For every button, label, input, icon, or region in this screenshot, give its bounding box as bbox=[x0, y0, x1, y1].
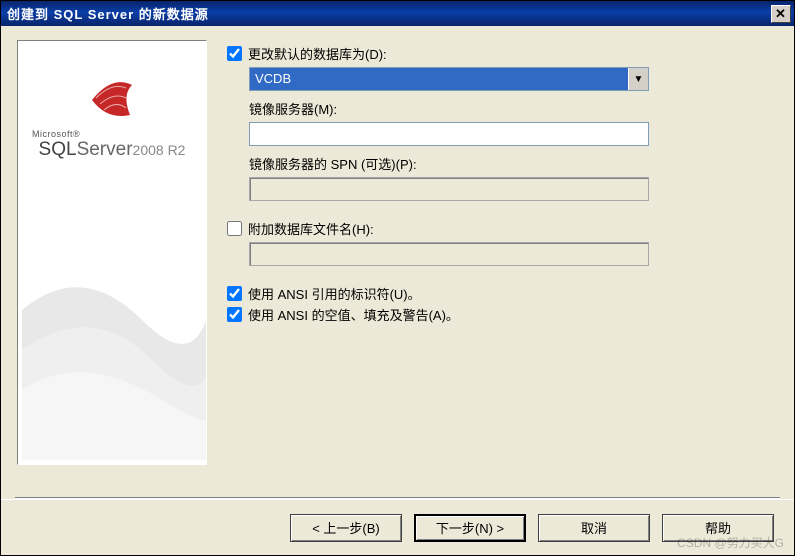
brand-sql: SQL bbox=[39, 139, 77, 160]
content-area: Microsoft® SQLServer2008 R2 更改默认的数据库为(D)… bbox=[1, 26, 794, 497]
attach-db-row: 附加数据库文件名(H): bbox=[227, 219, 778, 238]
sql-server-logo: Microsoft® SQLServer2008 R2 bbox=[22, 70, 202, 161]
close-button[interactable]: ✕ bbox=[771, 5, 791, 23]
ansi-quoted-row: 使用 ANSI 引用的标识符(U)。 bbox=[227, 284, 778, 303]
ansi-nulls-label: 使用 ANSI 的空值、填充及警告(A)。 bbox=[248, 305, 459, 324]
attach-db-checkbox[interactable] bbox=[227, 221, 242, 236]
sql-server-icon bbox=[82, 70, 142, 125]
dialog-window: 创建到 SQL Server 的新数据源 ✕ Microsoft® SQLSer… bbox=[0, 0, 795, 556]
mirror-spn-input bbox=[249, 177, 649, 201]
wizard-sidebar-image: Microsoft® SQLServer2008 R2 bbox=[17, 40, 207, 465]
close-icon: ✕ bbox=[775, 6, 787, 22]
ansi-nulls-row: 使用 ANSI 的空值、填充及警告(A)。 bbox=[227, 305, 778, 324]
default-db-value: VCDB bbox=[250, 68, 628, 90]
form-panel: 更改默认的数据库为(D): VCDB ▼ 镜像服务器(M): 镜像服务器的 SP… bbox=[227, 40, 778, 487]
button-bar: < 上一步(B) 下一步(N) > 取消 帮助 bbox=[1, 499, 794, 555]
chevron-down-icon: ▼ bbox=[628, 68, 648, 90]
default-db-combo[interactable]: VCDB ▼ bbox=[249, 67, 649, 91]
change-default-db-checkbox[interactable] bbox=[227, 46, 242, 61]
titlebar: 创建到 SQL Server 的新数据源 ✕ bbox=[1, 1, 794, 26]
ansi-nulls-checkbox[interactable] bbox=[227, 307, 242, 322]
back-button[interactable]: < 上一步(B) bbox=[290, 514, 402, 542]
decorative-wave bbox=[22, 230, 207, 460]
attach-db-label: 附加数据库文件名(H): bbox=[248, 219, 374, 238]
next-button[interactable]: 下一步(N) > bbox=[414, 514, 526, 542]
mirror-spn-label: 镜像服务器的 SPN (可选)(P): bbox=[249, 154, 778, 173]
cancel-button[interactable]: 取消 bbox=[538, 514, 650, 542]
window-title: 创建到 SQL Server 的新数据源 bbox=[7, 4, 771, 23]
change-default-db-row: 更改默认的数据库为(D): bbox=[227, 44, 778, 63]
change-default-db-label: 更改默认的数据库为(D): bbox=[248, 44, 387, 63]
mirror-server-input[interactable] bbox=[249, 122, 649, 146]
ansi-quoted-label: 使用 ANSI 引用的标识符(U)。 bbox=[248, 284, 421, 303]
mirror-server-label: 镜像服务器(M): bbox=[249, 99, 778, 118]
ansi-quoted-checkbox[interactable] bbox=[227, 286, 242, 301]
brand-server: Server bbox=[77, 139, 133, 160]
brand-version: 2008 R2 bbox=[133, 142, 186, 158]
brand-microsoft: Microsoft® bbox=[32, 129, 202, 139]
help-button[interactable]: 帮助 bbox=[662, 514, 774, 542]
attach-db-input bbox=[249, 242, 649, 266]
